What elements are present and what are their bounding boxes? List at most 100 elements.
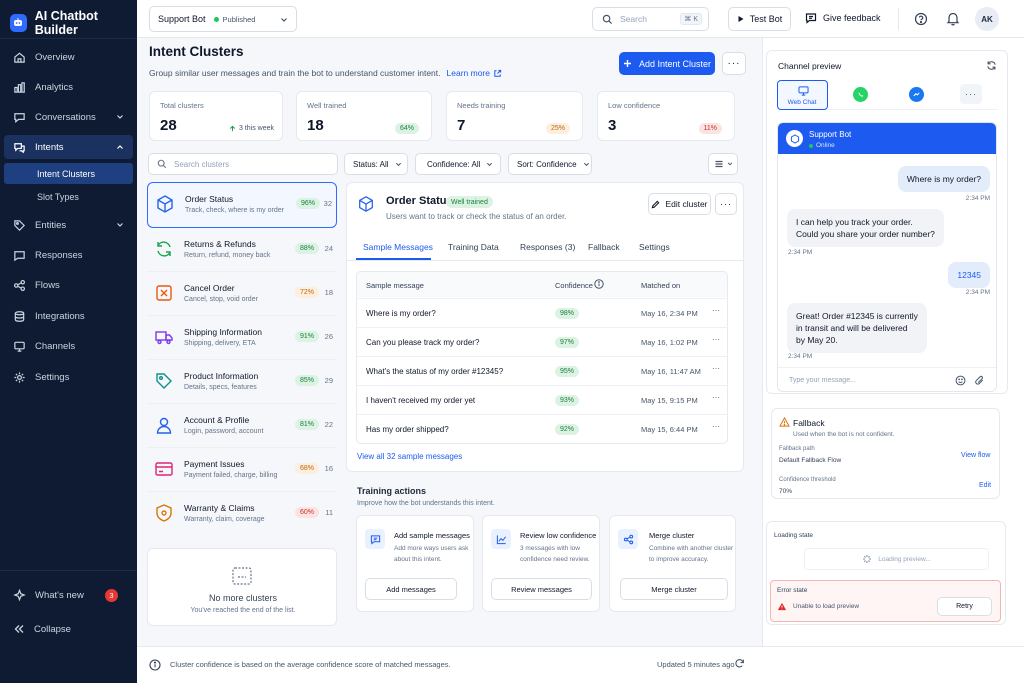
refresh-icon[interactable] bbox=[986, 60, 997, 71]
global-search[interactable]: Search ⌘ K bbox=[592, 7, 709, 31]
cluster-count: 16 bbox=[324, 464, 333, 473]
bot-message: I can help you track your order. Could y… bbox=[787, 209, 944, 247]
refresh-icon[interactable] bbox=[734, 658, 745, 669]
info-icon[interactable] bbox=[594, 279, 604, 289]
more-channels-button[interactable]: ··· bbox=[960, 84, 982, 104]
row-more-button[interactable]: ··· bbox=[712, 393, 720, 402]
stat-card-low-confidence: Low confidence 3 11% bbox=[597, 91, 735, 141]
cluster-item-warranty-claims[interactable]: Warranty & Claims Warranty, claim, cover… bbox=[147, 492, 337, 536]
credit-card-icon bbox=[155, 462, 173, 476]
sort-dropdown[interactable]: Sort: Confidence bbox=[508, 153, 592, 175]
table-row[interactable]: Can you please track my order? 97% May 1… bbox=[357, 327, 728, 356]
sample-message: Where is my order? bbox=[366, 309, 436, 318]
table-row[interactable]: Where is my order? 98% May 16, 2:34 PM ·… bbox=[357, 298, 728, 327]
sidebar-subitem-intent-clusters[interactable]: Intent Clusters bbox=[4, 163, 133, 184]
bell-icon[interactable] bbox=[946, 11, 960, 26]
sidebar-item-channels[interactable]: Channels bbox=[4, 334, 133, 358]
collapse-sidebar-button[interactable]: Collapse bbox=[4, 617, 133, 641]
merge-cluster-button[interactable]: Merge cluster bbox=[620, 578, 728, 600]
view-options-button[interactable] bbox=[708, 153, 738, 175]
status-filter[interactable]: Status: All bbox=[344, 153, 408, 175]
monitor-icon bbox=[14, 341, 25, 352]
whats-new-count-badge: 3 bbox=[105, 589, 118, 602]
confidence-filter[interactable]: Confidence: All bbox=[415, 153, 501, 175]
emoji-icon[interactable] bbox=[955, 375, 966, 386]
messenger-icon[interactable] bbox=[909, 87, 924, 102]
sidebar-item-integrations[interactable]: Integrations bbox=[4, 304, 133, 328]
learn-more-link[interactable]: Learn more bbox=[447, 68, 502, 78]
sidebar-item-settings[interactable]: Settings bbox=[4, 365, 133, 389]
test-bot-button[interactable]: Test Bot bbox=[728, 7, 791, 31]
cluster-item-cancel-order[interactable]: Cancel Order Cancel, stop, void order 72… bbox=[147, 272, 337, 316]
view-flow-link[interactable]: View flow bbox=[961, 452, 990, 459]
table-row[interactable]: I haven't received my order yet 93% May … bbox=[357, 385, 728, 414]
loading-text: Loading preview... bbox=[878, 555, 931, 563]
more-actions-button[interactable]: ··· bbox=[722, 52, 746, 75]
avatar[interactable]: AK bbox=[975, 7, 999, 31]
sidebar-item-overview[interactable]: Overview bbox=[4, 45, 133, 69]
no-more-clusters: No more clusters You've reached the end … bbox=[147, 548, 337, 626]
tab-training-data[interactable]: Training Data bbox=[448, 242, 499, 252]
sidebar-subitem-slot-types[interactable]: Slot Types bbox=[4, 186, 133, 207]
detail-more-button[interactable]: ··· bbox=[715, 193, 737, 215]
training-card-title: Review low confidence bbox=[520, 531, 597, 540]
row-more-button[interactable]: ··· bbox=[712, 306, 720, 315]
whatsapp-icon[interactable] bbox=[853, 87, 868, 102]
cluster-desc: Warranty, claim, coverage bbox=[184, 516, 265, 523]
cluster-desc: Return, refund, money back bbox=[184, 252, 271, 259]
cluster-search[interactable]: Search clusters bbox=[148, 153, 338, 175]
row-more-button[interactable]: ··· bbox=[712, 335, 720, 344]
table-row[interactable]: Has my order shipped? 92% May 15, 6:44 P… bbox=[357, 414, 728, 443]
feedback-button[interactable]: Give feedback bbox=[805, 12, 881, 24]
add-messages-button[interactable]: Add messages bbox=[365, 578, 457, 600]
cluster-desc: Payment failed, charge, billing bbox=[184, 472, 278, 479]
sidebar-item-intents[interactable]: Intents bbox=[4, 135, 133, 159]
bot-status: Published bbox=[222, 14, 256, 24]
bot-selector[interactable]: Support Bot Published bbox=[149, 6, 297, 32]
edit-cluster-button[interactable]: Edit cluster bbox=[648, 193, 711, 215]
sidebar-item-responses[interactable]: Responses bbox=[4, 243, 133, 267]
cluster-item-order-status[interactable]: Order Status Track, check, where is my o… bbox=[147, 182, 337, 228]
matched-on: May 16, 1:02 PM bbox=[641, 338, 698, 347]
bot-message-line: Could you share your order number? bbox=[796, 229, 935, 239]
review-messages-button[interactable]: Review messages bbox=[491, 578, 592, 600]
view-all-link[interactable]: View all 32 sample messages bbox=[357, 452, 462, 461]
list-icon bbox=[715, 160, 722, 168]
channel-tab-web-chat[interactable]: Web Chat bbox=[777, 80, 828, 110]
cluster-item-account-profile[interactable]: Account & Profile Login, password, accou… bbox=[147, 404, 337, 448]
cluster-item-returns-refunds[interactable]: Returns & Refunds Return, refund, money … bbox=[147, 228, 337, 272]
cluster-item-product-information[interactable]: Product Information Details, specs, feat… bbox=[147, 360, 337, 404]
user-message: 12345 bbox=[948, 262, 990, 288]
external-link-icon bbox=[494, 69, 502, 77]
sidebar-item-flows[interactable]: Flows bbox=[4, 273, 133, 297]
search-input[interactable]: Search bbox=[620, 14, 647, 24]
training-card-desc: about this intent. bbox=[394, 556, 442, 563]
cluster-count: 26 bbox=[324, 332, 333, 341]
whats-new-button[interactable]: What's new 3 bbox=[4, 583, 133, 607]
tab-settings[interactable]: Settings bbox=[639, 242, 670, 252]
cluster-item-payment-issues[interactable]: Payment Issues Payment failed, charge, b… bbox=[147, 448, 337, 492]
tab-sample-messages[interactable]: Sample Messages bbox=[363, 242, 433, 252]
empty-box-icon bbox=[232, 567, 252, 585]
sidebar-item-label: Settings bbox=[35, 371, 70, 383]
sidebar-item-entities[interactable]: Entities bbox=[4, 213, 133, 237]
edit-threshold-link[interactable]: Edit bbox=[979, 482, 991, 489]
brand[interactable]: AI Chatbot Builder bbox=[10, 9, 137, 37]
sidebar-item-analytics[interactable]: Analytics bbox=[4, 75, 133, 99]
test-bot-label: Test Bot bbox=[749, 14, 783, 24]
help-icon[interactable] bbox=[914, 12, 928, 26]
row-more-button[interactable]: ··· bbox=[712, 422, 720, 431]
attachment-icon[interactable] bbox=[974, 375, 985, 386]
chat-message-input[interactable]: Type your message... bbox=[789, 377, 856, 384]
tab-responses[interactable]: Responses (3) bbox=[520, 242, 575, 252]
row-more-button[interactable]: ··· bbox=[712, 364, 720, 373]
table-row[interactable]: What's the status of my order #12345? 95… bbox=[357, 356, 728, 385]
tab-fallback[interactable]: Fallback bbox=[588, 242, 620, 252]
retry-button[interactable]: Retry bbox=[937, 597, 992, 616]
cluster-search-input[interactable]: Search clusters bbox=[174, 160, 229, 169]
sidebar-item-conversations[interactable]: Conversations bbox=[4, 105, 133, 129]
spinner-icon bbox=[863, 555, 872, 563]
cluster-item-shipping-information[interactable]: Shipping Information Shipping, delivery,… bbox=[147, 316, 337, 360]
add-intent-cluster-button[interactable]: Add Intent Cluster bbox=[619, 52, 715, 75]
footer-note: Cluster confidence is based on the avera… bbox=[170, 660, 451, 669]
